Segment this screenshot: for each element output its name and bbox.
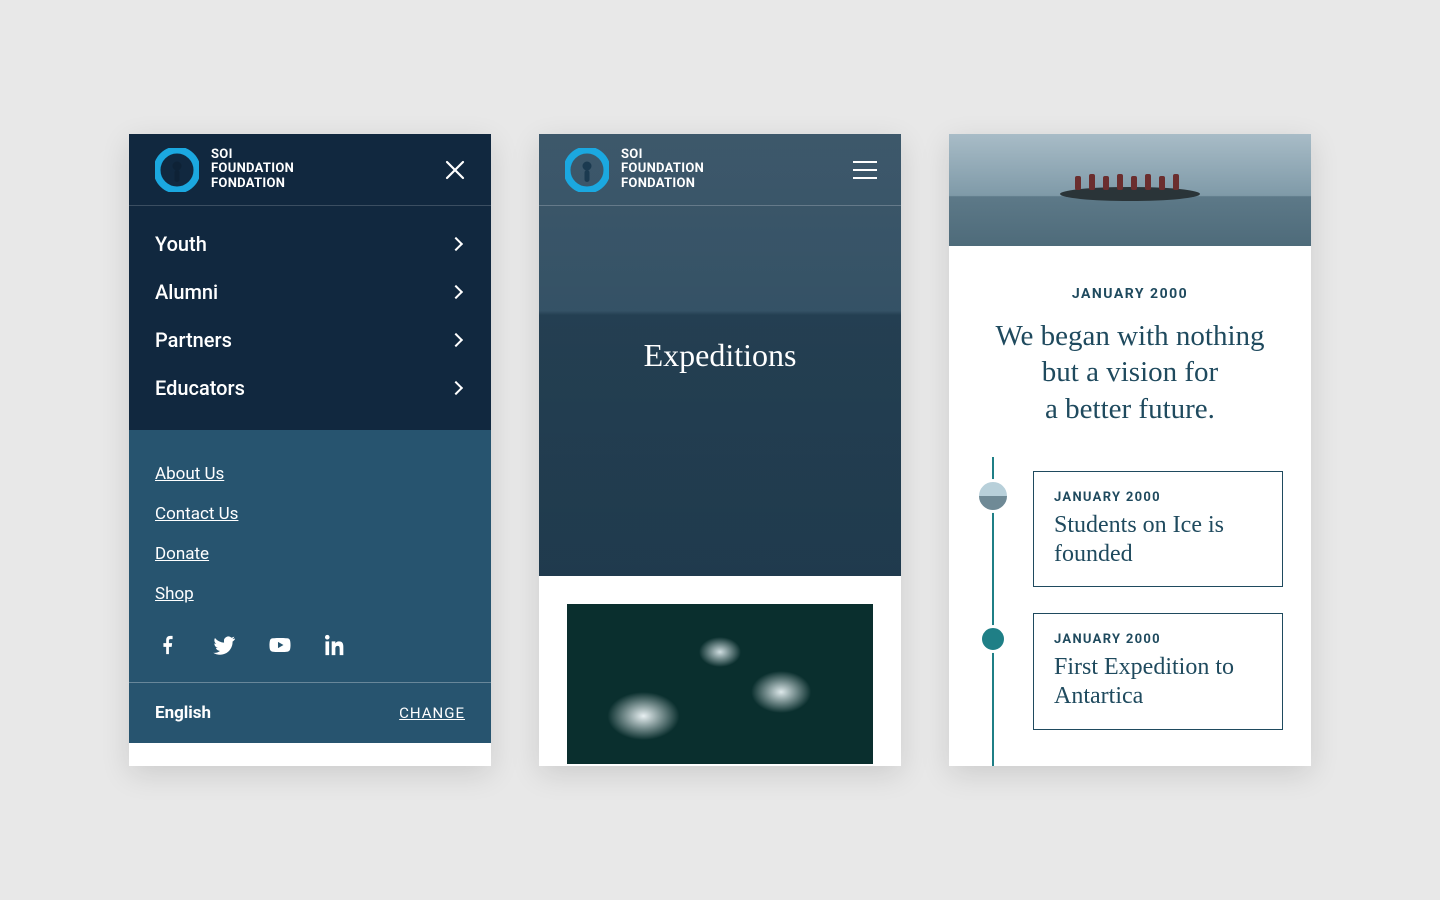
nav-item-educators[interactable]: Educators <box>129 364 491 412</box>
logo-icon <box>565 148 609 192</box>
timeline-item-title: Students on Ice is founded <box>1054 511 1262 569</box>
timeline-hero-image <box>949 134 1311 246</box>
nav-item-alumni[interactable]: Alumni <box>129 268 491 316</box>
timeline-item-title: First Expedition to Antartica <box>1054 653 1262 711</box>
timeline-dot-icon <box>979 625 1007 653</box>
chevron-right-icon <box>449 333 463 347</box>
nav-item-partners[interactable]: Partners <box>129 316 491 364</box>
logo-icon <box>155 148 199 192</box>
nav-item-youth[interactable]: Youth <box>129 220 491 268</box>
nav-label: Educators <box>155 376 245 400</box>
nav-label: Alumni <box>155 280 218 304</box>
secondary-nav: About Us Contact Us Donate Shop <box>129 430 491 682</box>
timeline-card: JANUARY 2000 First Expedition to Antarti… <box>1033 613 1283 730</box>
youtube-icon[interactable] <box>267 632 293 658</box>
timeline-item[interactable]: JANUARY 2000 Students on Ice is founded <box>1033 471 1283 588</box>
timeline-body: JANUARY 2000 We began with nothing but a… <box>949 246 1311 730</box>
timeline-item-date: JANUARY 2000 <box>1054 490 1262 505</box>
hamburger-icon[interactable] <box>851 156 879 184</box>
header: SOI FOUNDATION FONDATION <box>539 134 901 206</box>
link-shop[interactable]: Shop <box>155 574 465 614</box>
hero: SOI FOUNDATION FONDATION Expeditions <box>539 134 901 576</box>
link-contact[interactable]: Contact Us <box>155 494 465 534</box>
mobile-timeline-screen: JANUARY 2000 We began with nothing but a… <box>949 134 1311 766</box>
linkedin-icon[interactable] <box>323 632 349 658</box>
logo-text: SOI FOUNDATION FONDATION <box>621 148 704 191</box>
mobile-menu-screen: SOI FOUNDATION FONDATION Youth Alumni Pa… <box>129 134 491 766</box>
close-icon[interactable] <box>441 156 469 184</box>
nav-label: Partners <box>155 328 232 352</box>
timeline-item[interactable]: JANUARY 2000 First Expedition to Antarti… <box>1033 613 1283 730</box>
chevron-right-icon <box>449 381 463 395</box>
chevron-right-icon <box>449 237 463 251</box>
facebook-icon[interactable] <box>155 632 181 658</box>
hero-below <box>539 576 901 766</box>
brand-logo[interactable]: SOI FOUNDATION FONDATION <box>565 148 704 192</box>
nav-label: Youth <box>155 232 207 256</box>
language-change-button[interactable]: CHANGE <box>399 704 465 722</box>
mobile-hero-screen: SOI FOUNDATION FONDATION Expeditions <box>539 134 901 766</box>
hero-title: Expeditions <box>644 337 797 374</box>
header: SOI FOUNDATION FONDATION <box>129 134 491 206</box>
timeline-headline: We began with nothing but a vision for a… <box>977 318 1283 427</box>
timeline-eyebrow: JANUARY 2000 <box>977 286 1283 302</box>
language-current: English <box>155 703 211 723</box>
timeline-item-date: JANUARY 2000 <box>1054 632 1262 647</box>
brand-logo[interactable]: SOI FOUNDATION FONDATION <box>155 148 294 192</box>
chevron-right-icon <box>449 285 463 299</box>
twitter-icon[interactable] <box>211 632 237 658</box>
timeline: JANUARY 2000 Students on Ice is founded … <box>977 471 1283 730</box>
content-image <box>567 604 873 764</box>
link-about[interactable]: About Us <box>155 454 465 494</box>
primary-nav: Youth Alumni Partners Educators <box>129 206 491 430</box>
timeline-card: JANUARY 2000 Students on Ice is founded <box>1033 471 1283 588</box>
logo-text: SOI FOUNDATION FONDATION <box>211 148 294 191</box>
social-links <box>155 614 465 662</box>
timeline-dot-icon <box>976 479 1010 513</box>
language-switcher: English CHANGE <box>129 682 491 743</box>
link-donate[interactable]: Donate <box>155 534 465 574</box>
